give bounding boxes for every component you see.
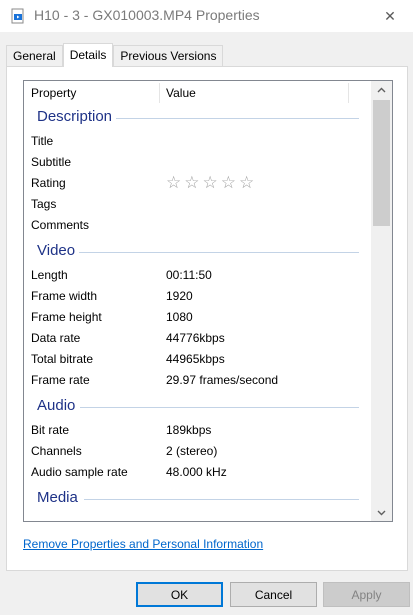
tab-general[interactable]: General	[6, 45, 63, 67]
column-header: Property Value	[24, 81, 371, 105]
chevron-up-icon	[377, 87, 386, 92]
property-value: 29.97 frames/second	[166, 373, 279, 387]
cancel-button[interactable]: Cancel	[230, 582, 317, 607]
chevron-down-icon	[377, 510, 386, 515]
group-header-description[interactable]: Description	[24, 107, 371, 129]
property-name: Frame height	[31, 310, 102, 324]
scroll-up-button[interactable]	[371, 81, 392, 98]
details-panel: Property Value Description Title Subtitl…	[6, 66, 408, 571]
property-name: Tags	[31, 197, 57, 211]
column-header-value[interactable]: Value	[166, 86, 196, 100]
property-row-total-bitrate[interactable]: Total bitrate 44965kbps	[24, 349, 371, 370]
property-row-frame-width[interactable]: Frame width 1920	[24, 286, 371, 307]
property-value: 44776kbps	[166, 331, 225, 345]
property-name: Bit rate	[31, 423, 70, 437]
group-title: Audio	[37, 397, 80, 414]
property-name: Subtitle	[31, 155, 72, 169]
group-divider	[80, 407, 359, 408]
property-name: Data rate	[31, 331, 81, 345]
column-divider[interactable]	[159, 83, 160, 103]
tab-strip: General Details Previous Versions	[6, 43, 224, 67]
property-list[interactable]: Property Value Description Title Subtitl…	[23, 80, 393, 522]
property-row-length[interactable]: Length 00:11:50	[24, 265, 371, 286]
property-row-audio-sample-rate[interactable]: Audio sample rate 48.000 kHz	[24, 462, 371, 483]
property-value: 189kbps	[166, 423, 212, 437]
tab-previous-versions[interactable]: Previous Versions	[113, 45, 224, 67]
scroll-down-button[interactable]	[371, 504, 392, 521]
vertical-scrollbar[interactable]	[371, 81, 392, 521]
title-bar: H10 - 3 - GX010003.MP4 Properties ✕	[0, 0, 413, 32]
close-icon: ✕	[384, 7, 396, 24]
property-name: Comments	[31, 218, 90, 232]
column-divider[interactable]	[348, 83, 349, 103]
video-file-icon	[11, 8, 24, 24]
group-divider	[84, 499, 359, 500]
property-row-frame-rate[interactable]: Frame rate 29.97 frames/second	[24, 370, 371, 391]
window-title: H10 - 3 - GX010003.MP4 Properties	[34, 7, 260, 23]
group-header-audio[interactable]: Audio	[24, 396, 371, 418]
star-icon[interactable]: ☆	[203, 173, 218, 193]
property-value: 2 (stereo)	[166, 444, 218, 458]
property-name: Length	[31, 268, 68, 282]
property-name: Frame width	[31, 289, 98, 303]
property-name: Total bitrate	[31, 352, 94, 366]
star-icon[interactable]: ☆	[239, 173, 254, 193]
property-name: Channels	[31, 444, 82, 458]
property-value: 1080	[166, 310, 193, 324]
property-value: 00:11:50	[166, 268, 212, 282]
group-divider	[79, 252, 359, 253]
property-row-tags[interactable]: Tags	[24, 194, 371, 215]
ok-button[interactable]: OK	[136, 582, 223, 607]
property-row-title[interactable]: Title	[24, 131, 371, 152]
column-header-property[interactable]: Property	[31, 86, 76, 100]
tab-details[interactable]: Details	[62, 43, 114, 67]
property-name: Frame rate	[31, 373, 90, 387]
remove-properties-link[interactable]: Remove Properties and Personal Informati…	[23, 537, 263, 551]
group-header-media[interactable]: Media	[24, 488, 371, 510]
group-title: Description	[37, 108, 117, 125]
property-row-comments[interactable]: Comments	[24, 215, 371, 236]
close-button[interactable]: ✕	[367, 0, 413, 32]
property-value: 48.000 kHz	[166, 465, 227, 479]
property-row-subtitle[interactable]: Subtitle	[24, 152, 371, 173]
property-row-data-rate[interactable]: Data rate 44776kbps	[24, 328, 371, 349]
property-value: 44965kbps	[166, 352, 225, 366]
star-icon[interactable]: ☆	[221, 173, 236, 193]
property-row-channels[interactable]: Channels 2 (stereo)	[24, 441, 371, 462]
rating-stars[interactable]: ☆ ☆ ☆ ☆ ☆	[166, 173, 254, 193]
property-row-rating[interactable]: Rating ☆ ☆ ☆ ☆ ☆	[24, 173, 371, 194]
group-title: Video	[37, 242, 80, 259]
apply-button[interactable]: Apply	[323, 582, 410, 607]
star-icon[interactable]: ☆	[166, 173, 181, 193]
group-header-video[interactable]: Video	[24, 241, 371, 263]
property-name: Title	[31, 134, 54, 148]
property-name: Rating	[31, 176, 66, 190]
star-icon[interactable]: ☆	[184, 173, 199, 193]
property-value: 1920	[166, 289, 193, 303]
scroll-thumb[interactable]	[373, 100, 390, 226]
property-row-bit-rate[interactable]: Bit rate 189kbps	[24, 420, 371, 441]
property-row-frame-height[interactable]: Frame height 1080	[24, 307, 371, 328]
group-title: Media	[37, 489, 82, 506]
group-divider	[116, 118, 359, 119]
property-name: Audio sample rate	[31, 465, 128, 479]
